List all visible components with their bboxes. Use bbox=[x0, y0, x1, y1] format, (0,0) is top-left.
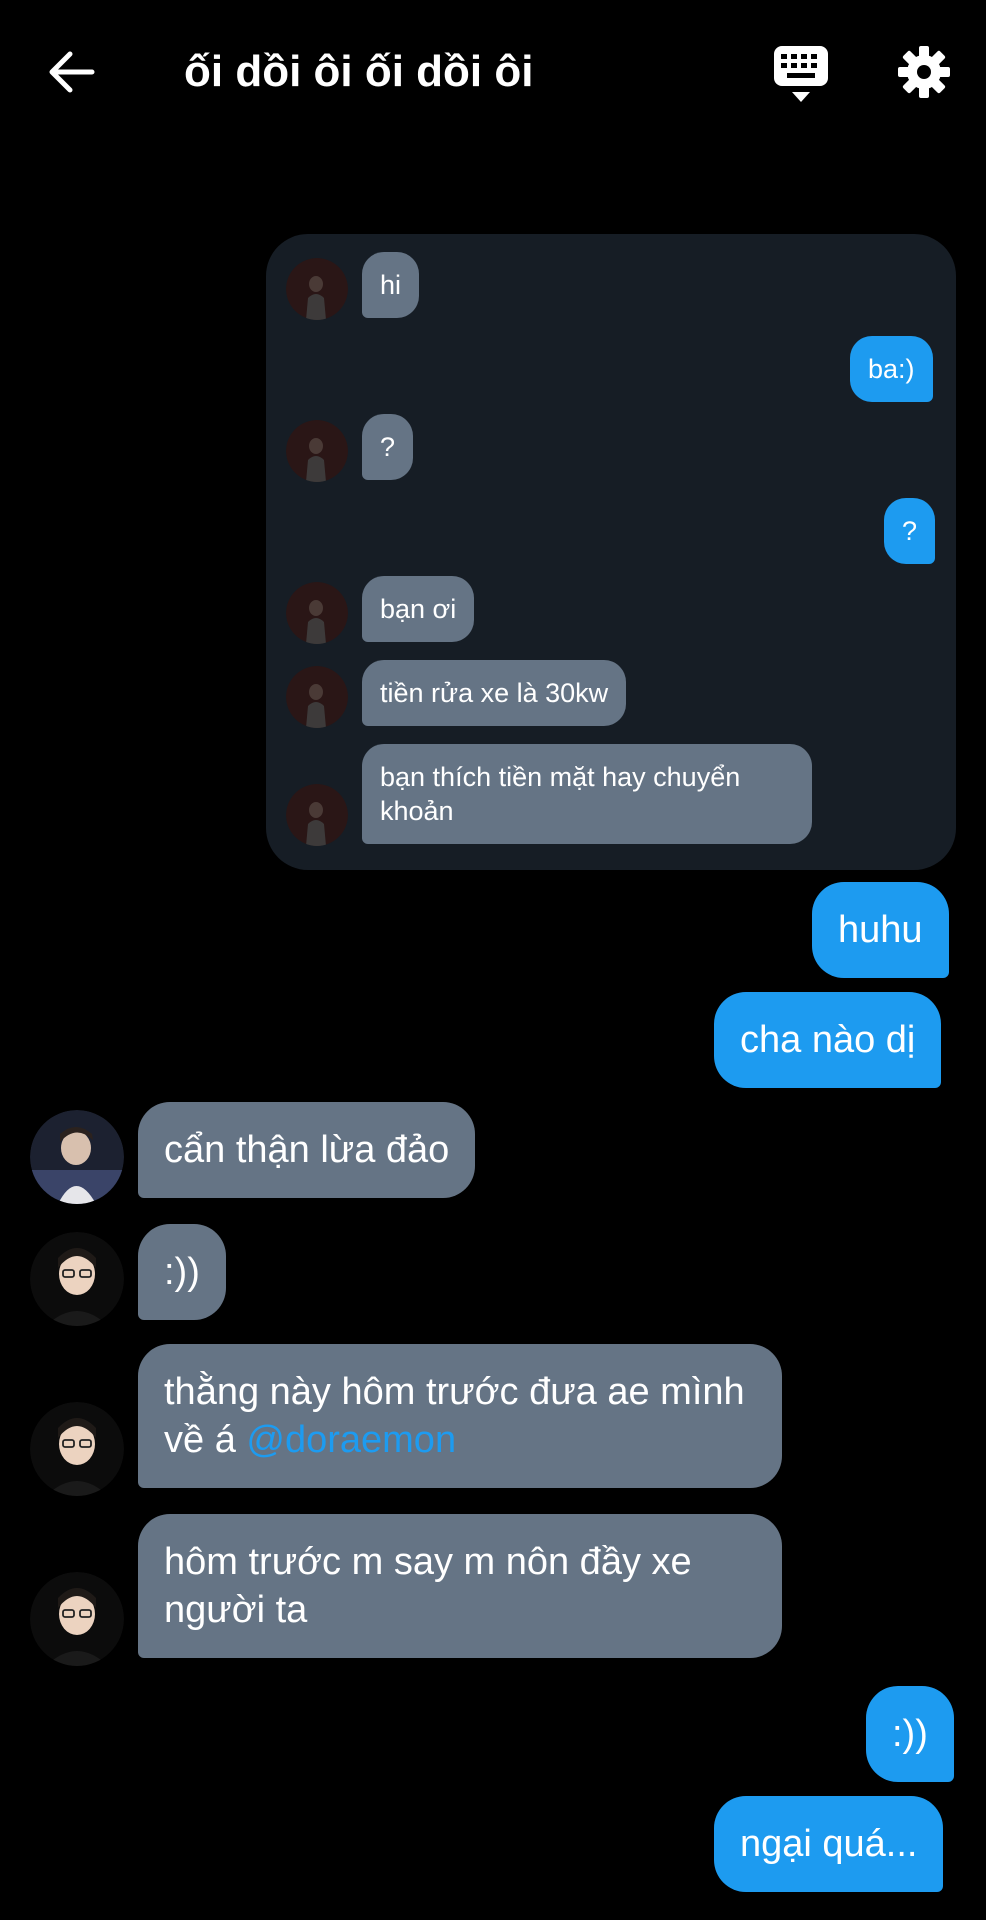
mention-link[interactable]: @doraemon bbox=[246, 1419, 456, 1461]
back-arrow-icon[interactable] bbox=[44, 44, 100, 100]
incoming-message: hôm trước m say m nôn đầy xe người ta bbox=[138, 1514, 782, 1658]
quoted-message: hi bbox=[362, 252, 420, 318]
avatar bbox=[286, 420, 348, 482]
incoming-message: :)) bbox=[138, 1224, 226, 1320]
avatar bbox=[286, 258, 348, 320]
outgoing-message: cha nào dị bbox=[714, 992, 942, 1088]
avatar[interactable] bbox=[30, 1572, 124, 1666]
outgoing-message: :)) bbox=[866, 1686, 954, 1782]
avatar bbox=[286, 582, 348, 644]
quoted-message: bạn ơi bbox=[362, 576, 475, 642]
incoming-message: cẩn thận lừa đảo bbox=[138, 1102, 476, 1198]
avatar bbox=[286, 666, 348, 728]
chat-title: ối dồi ôi ối dồi ôi bbox=[184, 47, 534, 96]
incoming-message: thằng này hôm trước đưa ae mình về á @do… bbox=[138, 1344, 782, 1488]
quoted-message: bạn thích tiền mặt hay chuyển khoản bbox=[362, 744, 812, 844]
quoted-message: ? bbox=[884, 498, 936, 564]
quoted-message: ? bbox=[362, 414, 414, 480]
avatar[interactable] bbox=[30, 1232, 124, 1326]
avatar[interactable] bbox=[30, 1402, 124, 1496]
top-bar: ối dồi ôi ối dồi ôi bbox=[0, 0, 986, 140]
keyboard-icon[interactable] bbox=[770, 44, 832, 106]
outgoing-message: huhu bbox=[812, 882, 949, 978]
avatar bbox=[286, 784, 348, 846]
quoted-message: ba:) bbox=[850, 336, 933, 402]
outgoing-message: ngại quá... bbox=[714, 1796, 944, 1892]
avatar[interactable] bbox=[30, 1110, 124, 1204]
gear-icon[interactable] bbox=[896, 44, 952, 100]
quoted-message: tiền rửa xe là 30kw bbox=[362, 660, 627, 726]
